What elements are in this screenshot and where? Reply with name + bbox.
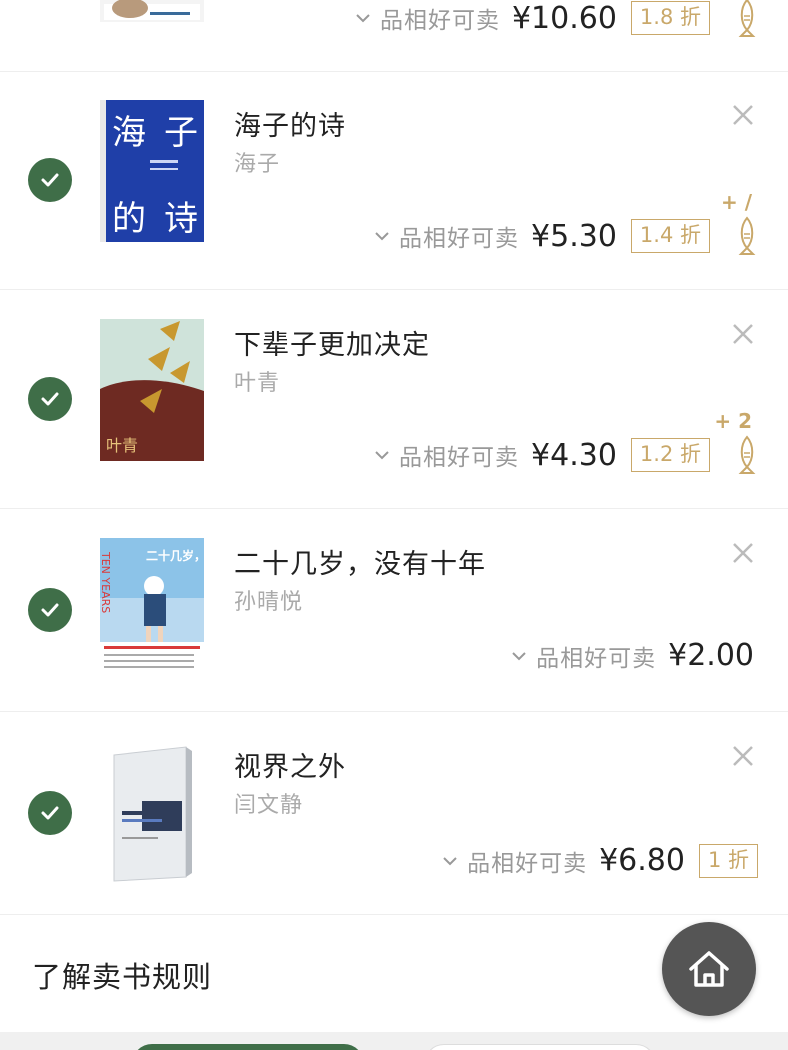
discount-badge: 1 折 [698, 843, 758, 878]
chevron-down-icon[interactable] [441, 852, 459, 870]
book-cover: 海 子 的 诗 [100, 100, 204, 242]
cover-text: 诗 [164, 199, 198, 239]
bottom-bar [0, 1032, 788, 1050]
chevron-down-icon[interactable] [373, 446, 391, 464]
cart-item: 品相好可卖 ¥10.60 1.8 折 [0, 0, 788, 72]
book-cover: 叶青 [100, 319, 204, 461]
price: ¥6.80 [599, 843, 685, 878]
cover-text: 二十几岁，没有十年 [146, 548, 204, 563]
close-icon[interactable] [728, 741, 758, 771]
chevron-down-icon[interactable] [373, 227, 391, 245]
book-author: 孙晴悦 [234, 590, 304, 615]
fish-icon[interactable] [736, 435, 758, 475]
check-icon[interactable] [28, 377, 72, 421]
check-icon[interactable] [28, 158, 72, 202]
chevron-down-icon[interactable] [354, 9, 372, 27]
home-button[interactable] [662, 922, 756, 1016]
condition-label[interactable]: 品相好可卖 [380, 1, 500, 35]
home-icon [689, 951, 729, 987]
chevron-down-icon[interactable] [510, 647, 528, 665]
discount-badge: 1.2 折 [630, 438, 710, 472]
fish-icon[interactable] [736, 216, 758, 256]
book-author: 叶青 [234, 371, 281, 396]
cover-text: 海 [112, 113, 146, 153]
close-icon[interactable] [728, 538, 758, 568]
fish-bonus: + 2 [714, 409, 752, 433]
fish-bonus: + / [720, 190, 752, 214]
cover-text: 的 [112, 199, 146, 239]
condition-label[interactable]: 品相好可卖 [399, 438, 519, 472]
close-icon[interactable] [728, 319, 758, 349]
fish-icon[interactable] [736, 0, 758, 38]
close-icon[interactable] [728, 100, 758, 130]
price: ¥5.30 [531, 218, 617, 254]
check-icon[interactable] [28, 791, 72, 835]
book-title[interactable]: 视界之外 [234, 745, 346, 784]
price: ¥4.30 [531, 437, 617, 473]
condition-label[interactable]: 品相好可卖 [467, 844, 587, 878]
book-author: 海子 [234, 152, 281, 177]
book-title[interactable]: 海子的诗 [234, 104, 346, 143]
book-cover [100, 741, 204, 883]
cover-text: TEN YEARS [100, 551, 112, 613]
cover-text: 叶青 [106, 436, 138, 455]
secondary-button[interactable] [424, 1044, 656, 1050]
book-author: 闫文静 [234, 793, 304, 818]
book-title[interactable]: 二十几岁，没有十年 [234, 542, 486, 581]
rules-row[interactable]: 了解卖书规则 [0, 916, 788, 1032]
discount-badge: 1.8 折 [630, 1, 710, 35]
price: ¥10.60 [511, 0, 617, 36]
discount-badge: 1.4 折 [630, 219, 710, 253]
cart-item: 视界之外 闫文静 品相好可卖 ¥6.80 1 折 [0, 713, 788, 915]
primary-button[interactable] [132, 1044, 364, 1050]
condition-label[interactable]: 品相好可卖 [399, 219, 519, 253]
price: ¥2.00 [668, 638, 754, 673]
condition-label[interactable]: 品相好可卖 [536, 639, 656, 673]
check-icon[interactable] [28, 588, 72, 632]
cover-text: 子 [164, 113, 198, 153]
cart-item: 二十几岁，没有十年 TEN YEARS 二十几岁，没有十年 孙晴悦 品相好可卖 … [0, 510, 788, 712]
cart-item: 海 子 的 诗 海子的诗 海子 + / 品相好可卖 ¥5.30 1.4 折 [0, 72, 788, 290]
rules-label[interactable]: 了解卖书规则 [32, 954, 212, 996]
book-cover: 二十几岁，没有十年 TEN YEARS [100, 538, 204, 680]
cart-item: 叶青 下辈子更加决定 叶青 + 2 品相好可卖 ¥4.30 1.2 折 [0, 291, 788, 509]
book-title[interactable]: 下辈子更加决定 [234, 323, 430, 362]
book-cover [100, 0, 204, 22]
